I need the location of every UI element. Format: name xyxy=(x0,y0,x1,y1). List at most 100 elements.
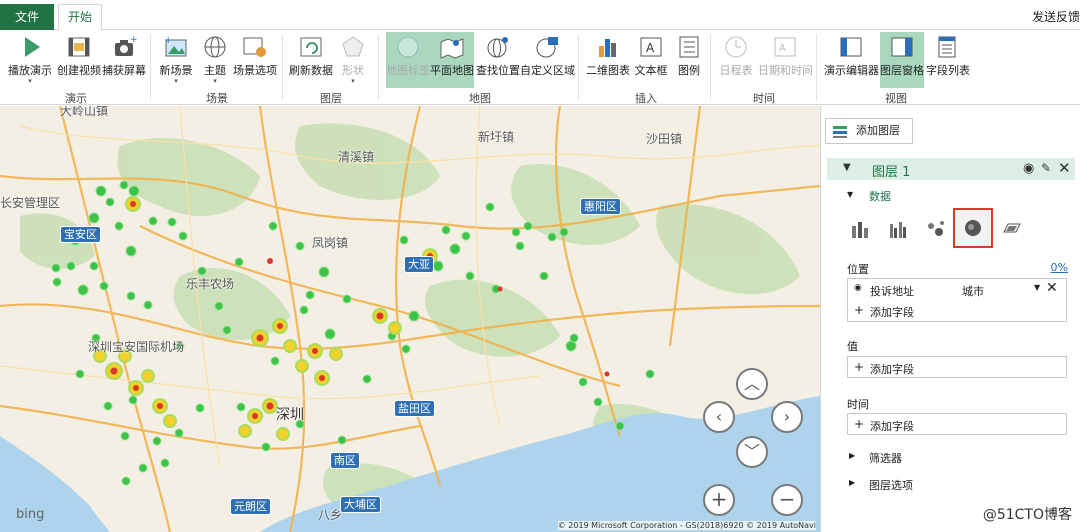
pan-down-button[interactable]: ﹀ xyxy=(736,436,768,468)
layer-pane-button[interactable]: 图层窗格 xyxy=(880,32,924,88)
location-match-percent[interactable]: 0% xyxy=(1051,261,1068,274)
create-video-button[interactable]: 创建视频 xyxy=(56,32,102,88)
time-field-box[interactable]: + 添加字段 xyxy=(847,413,1067,435)
camera-icon: + xyxy=(110,34,138,60)
value-field-box[interactable]: + 添加字段 xyxy=(847,356,1067,378)
close-icon[interactable]: ✕ xyxy=(1058,159,1071,177)
layer-pane: 添加图层 ▼ 图层 1 ◉ ✎ ✕ ▼ 数据 位置 0% ◉ 投诉地址 城市 ▼… xyxy=(820,106,1080,532)
plus-icon: + xyxy=(854,360,865,374)
date-time-label: 日期和时间 xyxy=(758,64,813,77)
clock-icon xyxy=(722,34,750,60)
group-divider xyxy=(282,34,283,100)
play-tour-button[interactable]: 播放演示 ▾ xyxy=(6,32,54,88)
pan-up-button[interactable]: ︿ xyxy=(736,368,768,400)
group-label-view: 视图 xyxy=(885,92,907,105)
new-scene-button[interactable]: + 新场景 ▾ xyxy=(156,32,196,88)
location-label: 位置 xyxy=(847,263,869,276)
tab-home[interactable]: 开始 xyxy=(58,4,102,31)
capture-screen-label: 捕获屏幕 xyxy=(102,64,146,77)
add-layer-label: 添加图层 xyxy=(856,124,900,137)
location-field-box: ◉ 投诉地址 城市 ▼ ✕ + 添加字段 xyxy=(847,278,1067,322)
capture-screen-button[interactable]: + 捕获屏幕 xyxy=(102,32,146,88)
remove-field-icon[interactable]: ✕ xyxy=(1046,280,1058,296)
date-time-button[interactable]: A 日期和时间 xyxy=(758,32,813,88)
ribbon: 播放演示 ▾ 创建视频 + 捕获屏幕 演示 + 新场景 ▾ 主题 ▾ 场景选项 场景 … xyxy=(0,30,1080,105)
region-icon[interactable] xyxy=(1001,218,1023,240)
field-list-icon xyxy=(933,34,961,60)
chevron-down-icon[interactable]: ▼ xyxy=(1034,283,1040,292)
layer-options-section[interactable]: 图层选项 xyxy=(869,477,913,493)
add-field-link[interactable]: 添加字段 xyxy=(870,361,914,377)
add-field-link[interactable]: 添加字段 xyxy=(870,304,914,320)
layer-pane-label: 图层窗格 xyxy=(880,64,924,77)
tour-editor-button[interactable]: 演示编辑器 xyxy=(824,32,879,88)
add-layer-button[interactable]: 添加图层 xyxy=(825,118,913,144)
flat-map-icon xyxy=(438,34,466,60)
legend-button[interactable]: 图例 xyxy=(672,32,706,88)
chart-2d-button[interactable]: 二维图表 xyxy=(586,32,630,88)
bubble-icon[interactable] xyxy=(925,218,947,240)
expand-triangle-icon[interactable]: ▶ xyxy=(849,451,855,460)
shapes-button[interactable]: 形状 ▾ xyxy=(336,32,370,88)
chevron-down-icon: ﹀ xyxy=(743,442,760,461)
legend-label: 图例 xyxy=(678,64,700,77)
custom-regions-button[interactable]: 自定义区域 xyxy=(520,32,575,88)
field-list-button[interactable]: 字段列表 xyxy=(926,32,970,88)
flat-map-label: 平面地图 xyxy=(430,64,474,77)
add-field-link[interactable]: 添加字段 xyxy=(870,418,914,434)
pencil-icon[interactable]: ✎ xyxy=(1041,161,1051,175)
play-tour-label: 播放演示 xyxy=(8,64,52,77)
timeline-button[interactable]: 日程表 xyxy=(716,32,756,88)
refresh-data-button[interactable]: 刷新数据 xyxy=(288,32,334,88)
location-field-name[interactable]: 投诉地址 xyxy=(870,283,914,299)
group-divider xyxy=(816,34,817,100)
play-icon xyxy=(16,34,44,60)
tab-file[interactable]: 文件 xyxy=(0,4,54,30)
zoom-in-button[interactable]: + xyxy=(703,484,735,516)
data-section-title[interactable]: 数据 xyxy=(869,188,891,204)
location-type-select[interactable]: 城市 xyxy=(962,283,984,299)
filters-section[interactable]: 筛选器 xyxy=(869,450,902,466)
add-layer-icon xyxy=(832,123,850,148)
group-label-layer: 图层 xyxy=(320,92,342,105)
minus-icon: − xyxy=(778,487,796,511)
custom-regions-label: 自定义区域 xyxy=(520,64,575,77)
collapse-triangle-icon[interactable]: ▼ xyxy=(843,162,851,173)
send-feedback-button[interactable]: 发送反馈 xyxy=(1032,8,1080,25)
map-labels-button[interactable]: 地图标签 xyxy=(386,32,430,88)
layer-pane-icon xyxy=(888,34,916,60)
globe-search-icon xyxy=(484,34,512,60)
refresh-data-label: 刷新数据 xyxy=(289,64,333,77)
globe-labels-icon xyxy=(394,34,422,60)
layer-header[interactable]: ▼ 图层 1 ◉ ✎ ✕ xyxy=(827,158,1075,180)
district-label: 大埔区 xyxy=(340,496,381,513)
place-label: 深圳宝安国际机场 xyxy=(88,340,185,354)
map-labels-label: 地图标签 xyxy=(386,64,430,77)
flat-map-button[interactable]: 平面地图 xyxy=(430,32,474,88)
collapse-triangle-icon[interactable]: ▼ xyxy=(847,190,853,199)
find-location-button[interactable]: 查找位置 xyxy=(476,32,520,88)
expand-triangle-icon[interactable]: ▶ xyxy=(849,478,855,487)
shapes-label: 形状 xyxy=(342,64,364,77)
place-label: 大岭山镇 xyxy=(60,106,109,118)
stacked-column-icon[interactable] xyxy=(849,218,871,240)
radio-icon[interactable]: ◉ xyxy=(854,283,862,293)
timeline-label: 日程表 xyxy=(719,64,753,77)
map-view[interactable]: 大岭山镇 新圩镇 沙田镇 清溪镇 长安管理区 凤岗镇 乐丰农场 深圳宝安国际机场… xyxy=(0,106,820,532)
district-label: 南区 xyxy=(330,452,360,469)
eye-icon[interactable]: ◉ xyxy=(1023,161,1034,176)
heat-map-button[interactable] xyxy=(953,208,993,248)
pan-left-button[interactable]: ‹ xyxy=(703,401,735,433)
place-label: 新圩镇 xyxy=(478,130,515,144)
scene-options-button[interactable]: 场景选项 xyxy=(232,32,278,88)
theme-button[interactable]: 主题 ▾ xyxy=(200,32,230,88)
district-label: 盐田区 xyxy=(394,400,435,417)
text-box-button[interactable]: A 文本框 xyxy=(632,32,670,88)
clustered-column-icon[interactable] xyxy=(887,218,909,240)
zoom-out-button[interactable]: − xyxy=(771,484,803,516)
layer-name[interactable]: 图层 1 xyxy=(872,161,910,180)
chart-2d-label: 二维图表 xyxy=(586,64,630,77)
refresh-icon xyxy=(297,34,325,60)
field-list-label: 字段列表 xyxy=(926,64,970,77)
pan-right-button[interactable]: › xyxy=(771,401,803,433)
